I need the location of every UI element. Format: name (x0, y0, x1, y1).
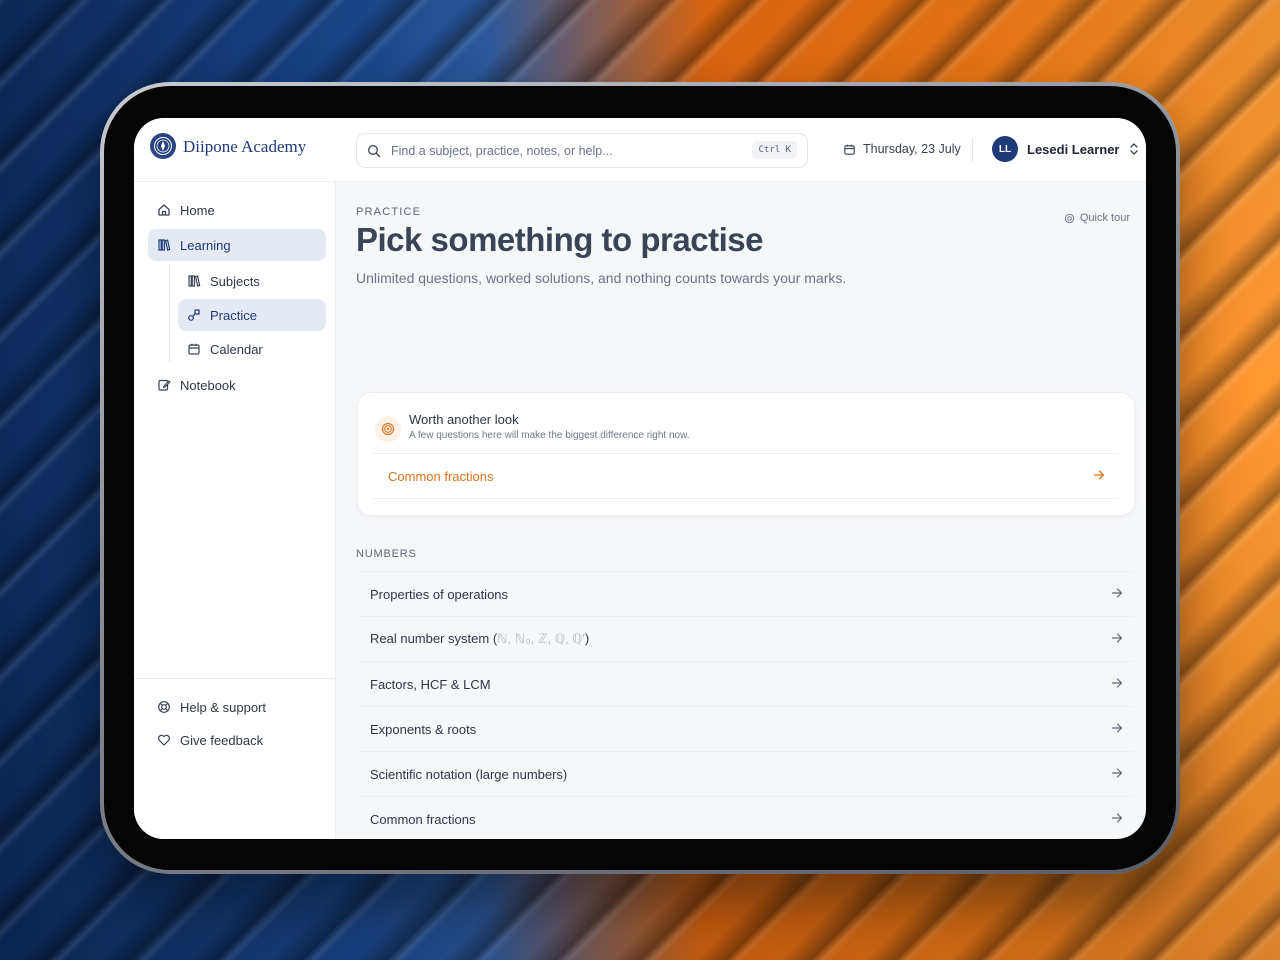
topic-label-text: Real number system ( (370, 631, 498, 646)
topic-label: Real number system (ℕ, ℕ₀, ℤ, ℚ, ℚ') (370, 631, 589, 647)
sidebar-item-label: Home (180, 202, 215, 218)
number-sets-symbols: ℕ, ℕ₀, ℤ, ℚ, ℚ' (497, 631, 585, 646)
arrow-right-icon (1111, 722, 1123, 734)
date-text: Thursday, 23 July (863, 142, 961, 156)
home-icon (148, 203, 180, 217)
lifebuoy-icon (1064, 213, 1075, 224)
main-content: PRACTICE Pick something to practise Unli… (335, 181, 1146, 839)
topic-list: Properties of operations Real number sys… (357, 571, 1133, 839)
sidebar-item-feedback[interactable]: Give feedback (148, 724, 326, 756)
sidebar-item-notebook[interactable]: Notebook (148, 369, 326, 401)
sidebar: Diipone Academy Home Learning Subjects P… (134, 118, 336, 839)
sidebar-item-label: Practice (210, 307, 257, 323)
lifebuoy-icon (148, 700, 180, 714)
topic-row-factors-hcf-lcm[interactable]: Factors, HCF & LCM (357, 661, 1133, 706)
sidebar-item-practice[interactable]: Practice (178, 299, 326, 331)
topbar-divider (972, 138, 973, 162)
calendar-icon (178, 342, 210, 356)
sidebar-divider (134, 678, 335, 679)
date-display[interactable]: Thursday, 23 July (843, 142, 961, 156)
arrow-right-icon (1111, 632, 1123, 644)
page-title: Pick something to practise (356, 221, 763, 258)
sidebar-item-label: Learning (180, 237, 231, 253)
sidebar-item-calendar[interactable]: Calendar (178, 333, 326, 365)
topic-row-real-number-system[interactable]: Real number system (ℕ, ℕ₀, ℤ, ℚ, ℚ') (357, 616, 1133, 661)
topic-label: Exponents & roots (370, 721, 477, 737)
sidebar-item-home[interactable]: Home (148, 194, 326, 226)
quick-tour-label: Quick tour (1079, 212, 1130, 224)
page-eyebrow: PRACTICE (356, 206, 422, 218)
search-box[interactable]: Ctrl K (356, 133, 808, 168)
topic-label: Properties of operations (370, 586, 509, 602)
search-input[interactable] (391, 143, 751, 158)
sidebar-item-label: Notebook (180, 377, 236, 393)
arrow-right-icon (1111, 677, 1123, 689)
sidebar-item-label: Give feedback (180, 732, 264, 748)
brand-name: Diipone Academy (183, 137, 307, 156)
section-label-numbers: NUMBERS (356, 548, 417, 560)
sidebar-item-learning[interactable]: Learning (148, 229, 326, 261)
topic-label: Scientific notation (large numbers) (370, 766, 568, 782)
books-icon (178, 274, 210, 288)
page-subtitle: Unlimited questions, worked solutions, a… (356, 270, 847, 286)
arrow-right-icon (1093, 469, 1105, 481)
topic-label-suffix: ) (584, 631, 590, 646)
sidebar-item-help[interactable]: Help & support (148, 691, 326, 723)
arrow-right-icon (1111, 812, 1123, 824)
brand-logo-icon (150, 133, 176, 159)
notebook-icon (148, 378, 180, 392)
sidebar-item-label: Help & support (180, 699, 266, 715)
calendar-icon (843, 143, 856, 156)
user-menu[interactable]: LL Lesedi Learner (992, 136, 1139, 162)
user-name: Lesedi Learner (1027, 141, 1120, 157)
chevron-updown-icon (1129, 142, 1139, 156)
arrow-right-icon (1111, 767, 1123, 779)
worth-another-look-card: Worth another look A few questions here … (357, 392, 1135, 516)
search-shortcut-badge: Ctrl K (752, 141, 797, 159)
topic-row-scientific-notation[interactable]: Scientific notation (large numbers) (357, 751, 1133, 796)
topic-row-common-fractions[interactable]: Common fractions (357, 796, 1133, 839)
sidebar-item-subjects[interactable]: Subjects (178, 265, 326, 297)
search-icon (357, 144, 391, 158)
app-screen: Diipone Academy Home Learning Subjects P… (134, 118, 1146, 839)
arrow-right-icon (1111, 587, 1123, 599)
sidebar-item-label: Calendar (210, 341, 263, 357)
target-icon (375, 416, 401, 442)
topic-label: Common fractions (370, 811, 476, 827)
heart-icon (148, 733, 180, 747)
topic-row-properties-of-operations[interactable]: Properties of operations (357, 571, 1133, 616)
topic-row-exponents-roots[interactable]: Exponents & roots (357, 706, 1133, 751)
topic-label: Factors, HCF & LCM (370, 676, 491, 692)
subnav-guide-line (169, 266, 170, 362)
quick-tour-button[interactable]: Quick tour (1064, 212, 1130, 224)
avatar: LL (992, 136, 1018, 162)
card-description: A few questions here will make the bigge… (409, 430, 690, 441)
topbar: Ctrl K Thursday, 23 July LL Lesedi Learn… (335, 118, 1146, 182)
card-title: Worth another look (409, 412, 519, 427)
books-icon (148, 238, 180, 252)
brand[interactable]: Diipone Academy (134, 118, 335, 182)
recommended-topic-label: Common fractions (388, 468, 494, 484)
recommended-topic-link[interactable]: Common fractions (373, 454, 1119, 499)
shapes-icon (178, 308, 210, 322)
sidebar-item-label: Subjects (210, 273, 260, 289)
